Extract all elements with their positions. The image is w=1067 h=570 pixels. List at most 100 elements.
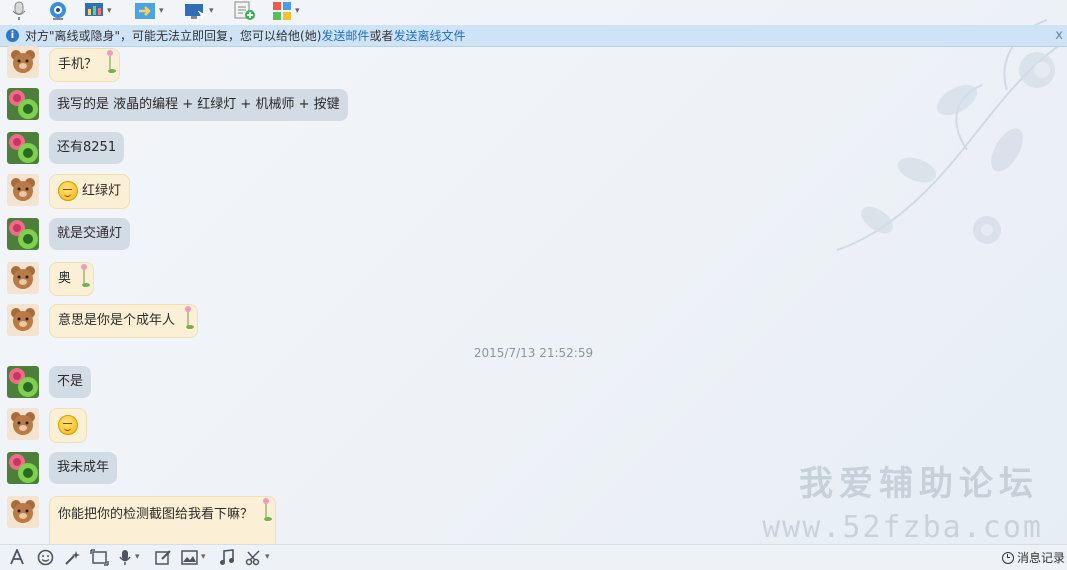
message-bubble[interactable]: 你能把你的检测截图给我看下嘛？ <box>49 496 277 544</box>
avatar-bear[interactable] <box>7 496 39 528</box>
apps-icon <box>273 2 291 20</box>
voice-call-button[interactable] <box>10 0 28 22</box>
offline-notice-bar: i 对方"离线或隐身"，可能无法立即回复，您可以给他(她) 发送邮件 或者 发送… <box>0 25 1067 47</box>
clock-icon <box>1001 551 1014 564</box>
message-bubble[interactable]: 奥 <box>49 262 95 296</box>
flower-decoration-icon <box>263 498 273 521</box>
font-icon <box>10 549 24 565</box>
message-text: 我未成年 <box>57 460 110 475</box>
notice-or-text: 或者 <box>369 29 394 43</box>
image-icon <box>181 549 198 565</box>
add-note-icon <box>234 1 255 20</box>
emoji-smile-icon <box>58 415 78 435</box>
info-icon: i <box>6 29 19 42</box>
message-item: 手机？ <box>7 46 121 82</box>
avatar-flower[interactable] <box>7 366 39 398</box>
screenshot-button[interactable] <box>90 548 109 566</box>
message-text: 你能把你的检测截图给我看下嘛？ <box>58 507 254 522</box>
message-history-button[interactable]: 消息记录 <box>1001 549 1065 566</box>
video-call-button[interactable] <box>48 0 68 22</box>
avatar-flower[interactable] <box>7 218 39 250</box>
bear-avatar-icon <box>7 496 39 528</box>
apps-button[interactable]: ▾ <box>272 0 300 22</box>
message-item: 我写的是 液晶的编程 + 红绿灯 + 机械师 + 按键 <box>7 88 348 121</box>
flower-avatar-icon <box>7 132 39 164</box>
emoji-button[interactable] <box>37 548 54 566</box>
voice-icon <box>119 549 131 565</box>
scissors-button[interactable]: ▾ <box>245 548 270 566</box>
message-text: 奥 <box>58 271 72 286</box>
avatar-flower[interactable] <box>7 88 39 120</box>
message-bubble[interactable] <box>49 408 87 443</box>
close-notice-button[interactable]: x <box>1055 28 1063 43</box>
flower-avatar-icon <box>7 366 39 398</box>
scissors-icon <box>245 549 260 565</box>
message-bubble[interactable]: 意思是你是个成年人 <box>49 304 199 338</box>
message-text: 手机？ <box>58 57 98 72</box>
add-note-button[interactable] <box>234 0 256 22</box>
font-button[interactable] <box>9 548 25 566</box>
message-bubble[interactable]: 我未成年 <box>49 452 118 484</box>
message-text: 还有8251 <box>57 140 117 155</box>
flower-avatar-icon <box>7 88 39 120</box>
remote-assist-button[interactable]: ▾ <box>184 0 214 22</box>
transfer-file-caret-icon[interactable]: ▾ <box>159 6 164 16</box>
message-text: 就是交通灯 <box>57 226 123 241</box>
message-timestamp: 2015/7/13 21:52:59 <box>473 346 594 360</box>
scissors-caret-icon[interactable]: ▾ <box>265 552 270 562</box>
message-bubble[interactable]: 还有8251 <box>49 132 125 164</box>
avatar-flower[interactable] <box>7 452 39 484</box>
music-icon <box>220 548 234 565</box>
screenshot-icon <box>90 548 109 566</box>
avatar-flower[interactable] <box>7 132 39 164</box>
flower-avatar-icon <box>7 452 39 484</box>
bear-avatar-icon <box>7 408 39 440</box>
message-item: 不是 <box>7 366 92 398</box>
transfer-file-icon <box>135 3 155 19</box>
screen-share-button[interactable]: ▾ <box>84 0 112 22</box>
remote-assist-caret-icon[interactable]: ▾ <box>209 6 214 16</box>
magic-wand-button[interactable] <box>64 548 81 566</box>
flower-decoration-icon <box>185 306 195 329</box>
voice-message-button[interactable]: ▾ <box>118 548 140 566</box>
edit-button[interactable] <box>155 548 172 566</box>
emoji-icon <box>37 549 54 565</box>
flower-avatar-icon <box>7 218 39 250</box>
message-bubble[interactable]: 就是交通灯 <box>49 218 131 250</box>
message-text: 意思是你是个成年人 <box>58 313 176 328</box>
avatar-bear[interactable] <box>7 304 39 336</box>
top-toolbar: ▾ ▾ ▾ ▾ <box>0 0 1067 24</box>
voice-caret-icon[interactable]: ▾ <box>135 552 140 562</box>
message-bubble[interactable]: 红绿灯 <box>49 174 131 209</box>
screen-share-caret-icon[interactable]: ▾ <box>107 6 112 16</box>
emoji-smile-icon <box>58 181 78 201</box>
message-item: 意思是你是个成年人 <box>7 304 199 338</box>
flower-decoration-icon <box>81 264 91 287</box>
apps-caret-icon[interactable]: ▾ <box>295 6 300 16</box>
message-text: 不是 <box>57 374 84 389</box>
edit-icon <box>155 549 171 565</box>
message-item: 就是交通灯 <box>7 218 131 250</box>
screen-share-icon <box>85 3 103 16</box>
image-button[interactable]: ▾ <box>181 548 206 566</box>
message-item: 你能把你的检测截图给我看下嘛？ <box>7 496 277 544</box>
watermark-url: www.52fzba.com <box>762 510 1043 545</box>
message-bubble[interactable]: 不是 <box>49 366 92 398</box>
music-button[interactable] <box>219 548 235 566</box>
message-bubble[interactable]: 手机？ <box>49 48 121 82</box>
message-item: 还有8251 <box>7 132 125 164</box>
image-caret-icon[interactable]: ▾ <box>201 552 206 562</box>
bear-avatar-icon <box>7 46 39 78</box>
avatar-bear[interactable] <box>7 46 39 78</box>
send-offline-file-link[interactable]: 发送离线文件 <box>393 27 465 44</box>
avatar-bear[interactable] <box>7 262 39 294</box>
message-history-label: 消息记录 <box>1016 551 1065 565</box>
avatar-bear[interactable] <box>7 174 39 206</box>
send-email-link[interactable]: 发送邮件 <box>321 27 369 44</box>
message-item <box>7 408 87 443</box>
message-bubble[interactable]: 我写的是 液晶的编程 + 红绿灯 + 机械师 + 按键 <box>49 89 348 121</box>
transfer-file-button[interactable]: ▾ <box>134 0 164 22</box>
bear-avatar-icon <box>7 304 39 336</box>
avatar-bear[interactable] <box>7 408 39 440</box>
watermark-title: 我爱辅助论坛 <box>799 464 1039 504</box>
